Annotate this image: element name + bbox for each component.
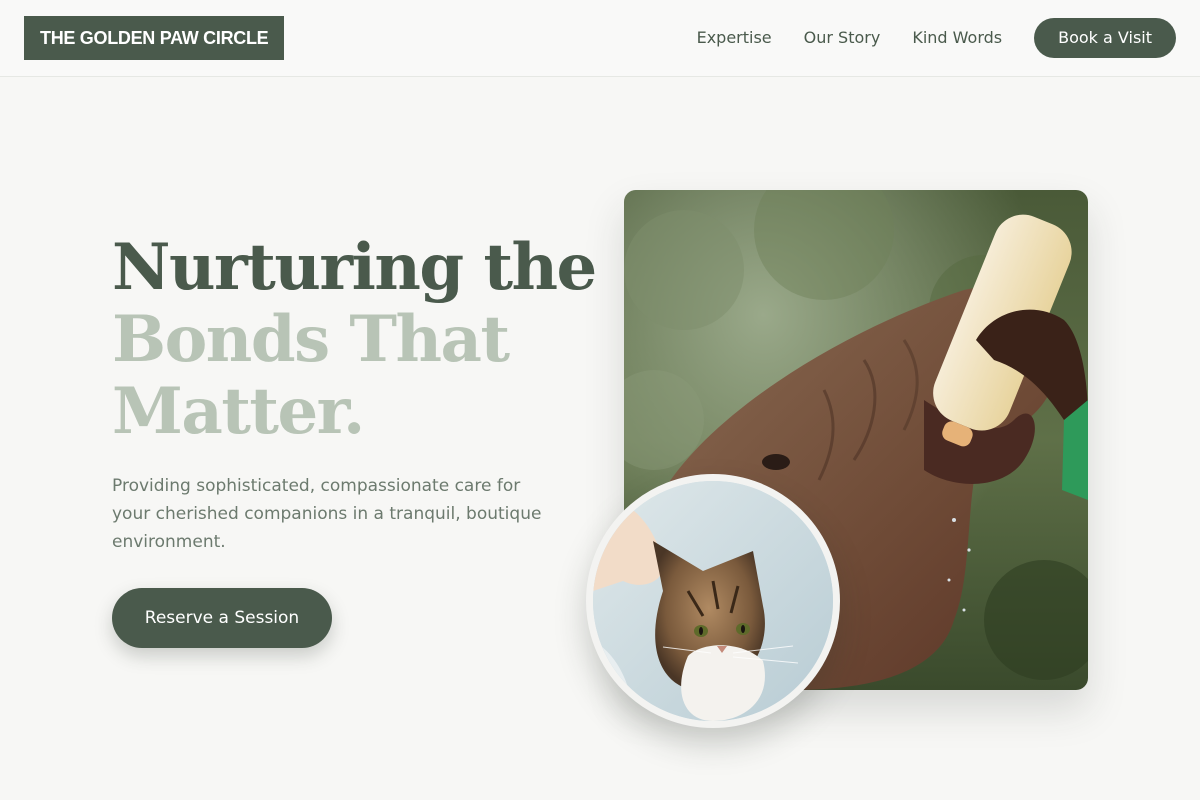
nav-link-our-story[interactable]: Our Story bbox=[804, 18, 881, 58]
main-nav: Expertise Our Story Kind Words Book a Vi… bbox=[697, 18, 1176, 58]
hero-title-line-1: Nurturing the bbox=[112, 230, 597, 305]
nav-link-kind-words[interactable]: Kind Words bbox=[912, 18, 1002, 58]
book-visit-button[interactable]: Book a Visit bbox=[1034, 18, 1176, 58]
site-logo[interactable]: THE GOLDEN PAW CIRCLE bbox=[24, 16, 285, 60]
hero-title: Nurturing the Bonds That Matter. bbox=[112, 230, 597, 449]
cat-photo bbox=[586, 474, 840, 728]
nav-link-expertise[interactable]: Expertise bbox=[697, 18, 772, 58]
hero-title-line-2: Bonds That bbox=[112, 302, 510, 377]
reserve-session-button[interactable]: Reserve a Session bbox=[112, 588, 332, 648]
site-header: THE GOLDEN PAW CIRCLE Expertise Our Stor… bbox=[0, 0, 1200, 77]
hero-title-line-3: Matter. bbox=[112, 374, 365, 449]
hero-description: Providing sophisticated, compassionate c… bbox=[112, 476, 542, 552]
